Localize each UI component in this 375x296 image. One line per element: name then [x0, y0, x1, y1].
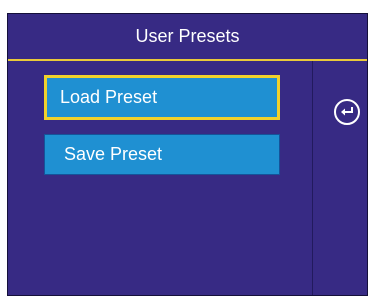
page-title: User Presets: [8, 14, 367, 58]
save-preset-button[interactable]: Save Preset: [44, 134, 280, 175]
preset-menu: Load Preset Save Preset: [8, 61, 312, 295]
load-preset-button[interactable]: Load Preset: [44, 75, 280, 120]
side-panel: [312, 61, 367, 295]
save-preset-label: Save Preset: [64, 144, 163, 164]
back-arrow-icon[interactable]: [333, 98, 361, 126]
load-preset-label: Load Preset: [60, 87, 158, 107]
page-title-text: User Presets: [135, 25, 240, 46]
device-screen: User Presets Load Preset Save Preset: [7, 13, 368, 296]
